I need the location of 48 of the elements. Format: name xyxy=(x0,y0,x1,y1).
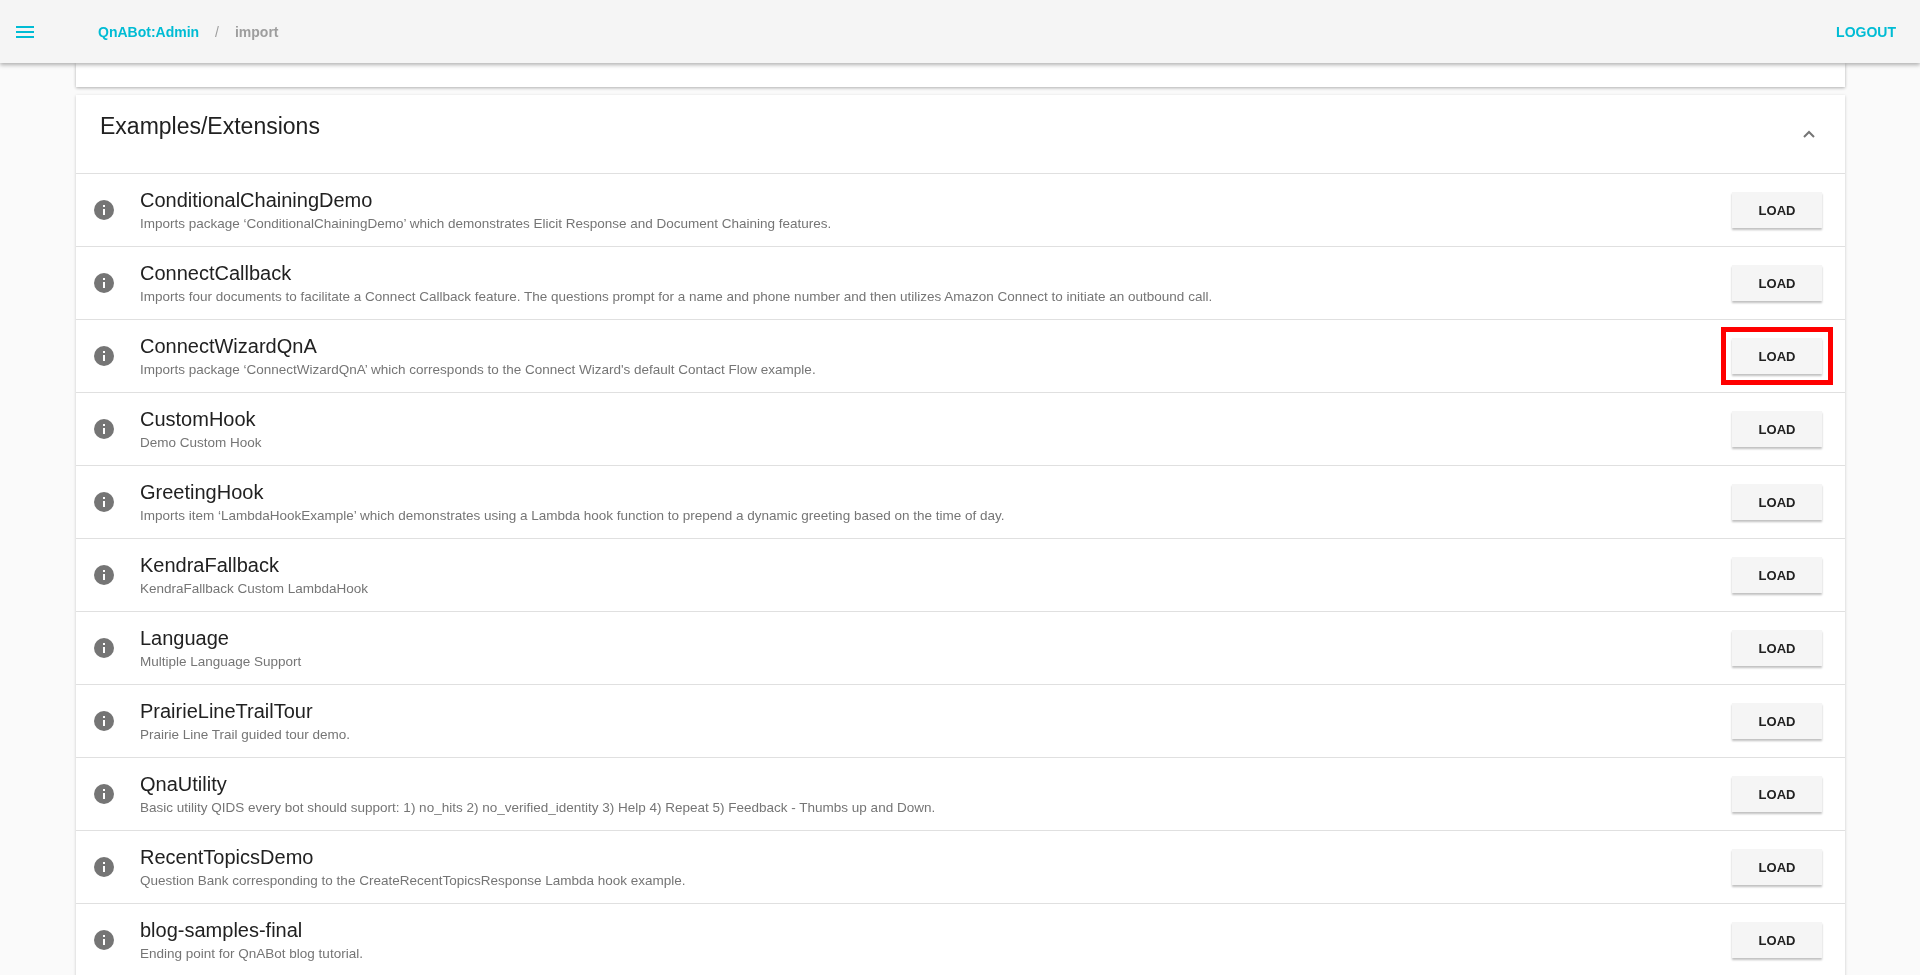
example-description: Demo Custom Hook xyxy=(140,435,263,450)
example-name: blog-samples-final xyxy=(140,919,304,942)
example-name: KendraFallback xyxy=(140,554,280,577)
example-name: Language xyxy=(140,627,230,650)
info-icon[interactable] xyxy=(94,930,114,950)
example-description: Imports package ‘ConnectWizardQnA’ which corresponds to the Connect Wizard's default Contact Flow example. xyxy=(140,362,817,377)
example-name: CustomHook xyxy=(140,408,257,431)
load-button[interactable]: LOAD xyxy=(1732,192,1822,228)
load-button[interactable]: LOAD xyxy=(1732,265,1822,301)
info-icon[interactable] xyxy=(94,273,114,293)
example-name: ConnectCallback xyxy=(140,262,293,285)
example-name: QnaUtility xyxy=(140,773,228,796)
load-button[interactable]: LOAD xyxy=(1732,849,1822,885)
info-icon[interactable] xyxy=(94,419,114,439)
info-icon[interactable] xyxy=(94,492,114,512)
example-description: KendraFallback Custom LambdaHook xyxy=(140,581,370,596)
load-button[interactable]: LOAD xyxy=(1732,703,1822,739)
example-name: GreetingHook xyxy=(140,481,265,504)
load-button[interactable]: LOAD xyxy=(1732,922,1822,958)
example-description: Imports four documents to facilitate a Connect Callback feature. The questions prompt for a name and phone number and then utilizes Amazon Connect to initiate an outbound call. xyxy=(140,289,1214,304)
example-description: Prairie Line Trail guided tour demo. xyxy=(140,727,352,742)
info-icon[interactable] xyxy=(94,638,114,658)
example-description: Multiple Language Support xyxy=(140,654,303,669)
info-icon[interactable] xyxy=(94,200,114,220)
example-description: Basic utility QIDS every bot should support: 1) no_hits 2) no_verified_identity 3) Help 4) Repeat 5) Feedback - Thumbs up and Down. xyxy=(140,800,937,815)
example-description: Question Bank corresponding to the CreateRecentTopicsResponse Lambda hook example. xyxy=(140,873,687,888)
example-name: ConnectWizardQnA xyxy=(140,335,318,358)
example-description: Imports package ‘ConditionalChainingDemo’ which demonstrates Elicit Response and Document Chaining features. xyxy=(140,216,833,231)
chevron-up-icon[interactable] xyxy=(1803,130,1815,138)
panel-title: Examples/Extensions xyxy=(100,112,320,140)
example-description: Imports item ‘LambdaHookExample’ which demonstrates using a Lambda hook function to prepend a dynamic greeting based on the time of day. xyxy=(140,508,1006,523)
load-button[interactable]: LOAD xyxy=(1732,557,1822,593)
load-button[interactable]: LOAD xyxy=(1732,411,1822,447)
load-button[interactable]: LOAD xyxy=(1732,338,1822,374)
info-icon[interactable] xyxy=(94,565,114,585)
load-button[interactable]: LOAD xyxy=(1732,484,1822,520)
breadcrumb-separator: / xyxy=(215,23,219,40)
info-icon[interactable] xyxy=(94,857,114,877)
info-icon[interactable] xyxy=(94,711,114,731)
info-icon[interactable] xyxy=(94,346,114,366)
example-description: Ending point for QnABot blog tutorial. xyxy=(140,946,364,961)
example-name: RecentTopicsDemo xyxy=(140,846,315,869)
load-button[interactable]: LOAD xyxy=(1732,630,1822,666)
example-name: PrairieLineTrailTour xyxy=(140,700,314,723)
breadcrumb: import xyxy=(235,23,279,40)
info-icon[interactable] xyxy=(94,784,114,804)
load-button[interactable]: LOAD xyxy=(1732,776,1822,812)
example-name: ConditionalChainingDemo xyxy=(140,189,374,212)
